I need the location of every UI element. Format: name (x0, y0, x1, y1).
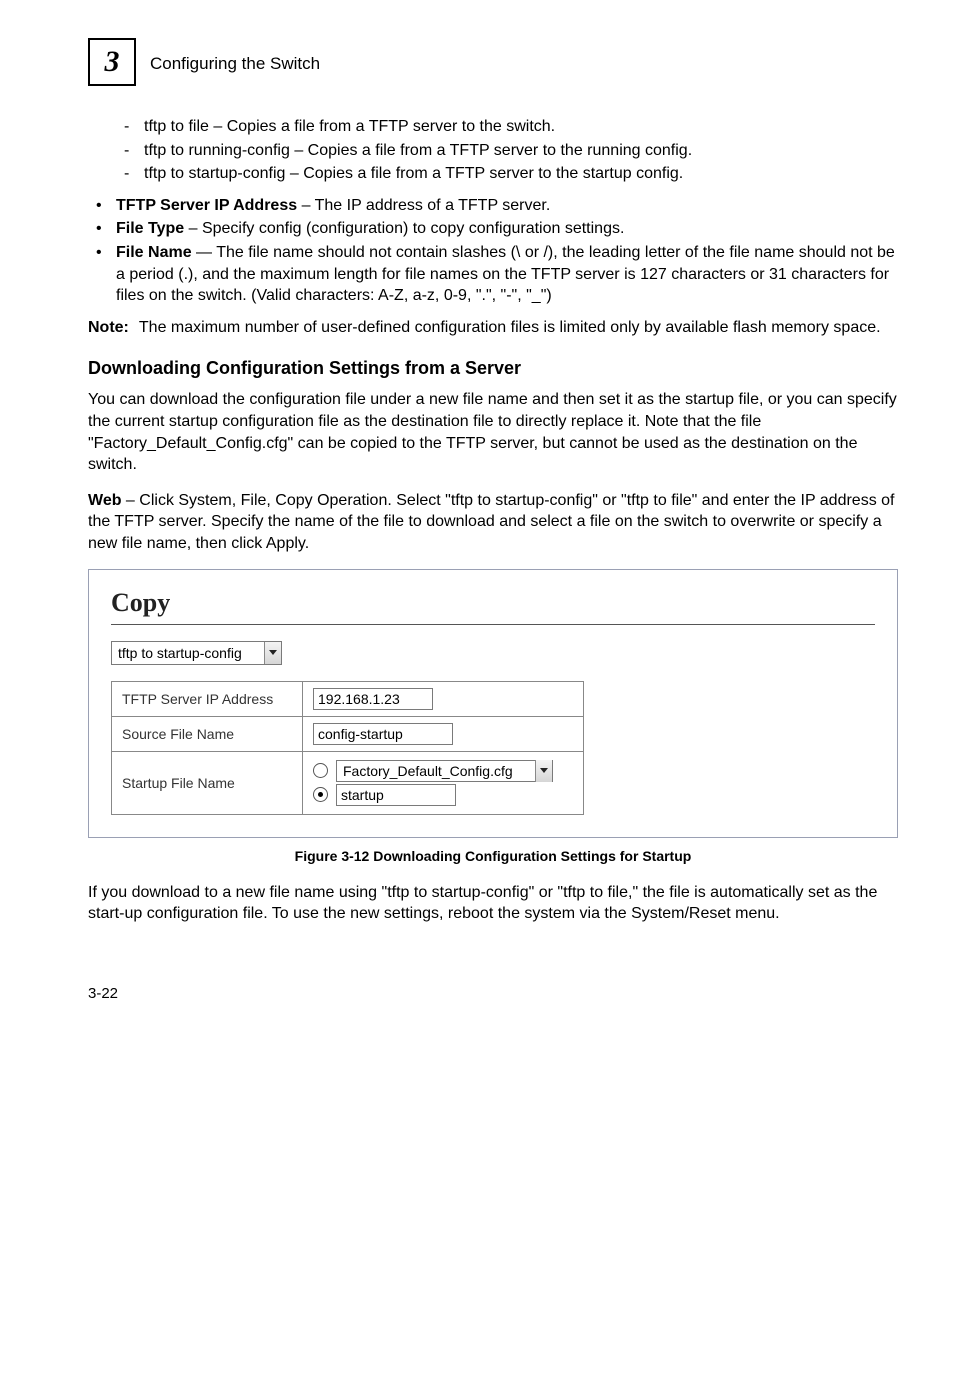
bullet-bold: File Type (116, 220, 184, 237)
paragraph: Web – Click System, File, Copy Operation… (88, 490, 898, 555)
bullet-rest: – Specify config (configuration) to copy… (184, 220, 624, 237)
page-header: 3 Configuring the Switch (88, 40, 898, 88)
divider (111, 624, 875, 625)
startup-file-input[interactable] (336, 784, 456, 806)
list-text: tftp to running-config – Copies a file f… (144, 140, 692, 162)
page-number: 3-22 (88, 985, 898, 1002)
header-title: Configuring the Switch (150, 54, 320, 74)
nested-dash-list: -tftp to file – Copies a file from a TFT… (124, 116, 898, 185)
list-text: tftp to startup-config – Copies a file f… (144, 163, 683, 185)
note-text: The maximum number of user-defined confi… (139, 317, 881, 339)
ip-address-cell (303, 681, 584, 716)
dash-marker: - (124, 163, 144, 185)
startup-file-select[interactable]: Factory_Default_Config.cfg (336, 760, 553, 782)
screenshot-title: Copy (111, 588, 875, 618)
list-item: •TFTP Server IP Address – The IP address… (96, 195, 898, 217)
radio-option-b[interactable] (313, 784, 573, 806)
config-table: TFTP Server IP Address Source File Name … (111, 681, 584, 815)
table-row: Startup File Name Factory_Default_Config… (112, 751, 584, 814)
bullet-marker: • (96, 218, 116, 240)
radio-option-a[interactable]: Factory_Default_Config.cfg (313, 760, 573, 782)
ip-address-label: TFTP Server IP Address (112, 681, 303, 716)
bullet-rest: — The file name should not contain slash… (116, 244, 895, 304)
chapter-number-badge: 3 (88, 38, 136, 86)
bullet-marker: • (96, 195, 116, 217)
paragraph: If you download to a new file name using… (88, 882, 898, 925)
list-item: •File Type – Specify config (configurati… (96, 218, 898, 240)
startup-file-cell: Factory_Default_Config.cfg (303, 751, 584, 814)
ip-address-input[interactable] (313, 688, 433, 710)
table-row: TFTP Server IP Address (112, 681, 584, 716)
operation-select[interactable]: tftp to startup-config (111, 641, 282, 665)
list-text: File Type – Specify config (configuratio… (116, 218, 624, 240)
bullet-bold: TFTP Server IP Address (116, 197, 297, 214)
bullet-rest: – The IP address of a TFTP server. (297, 197, 550, 214)
paragraph-rest: – Click System, File, Copy Operation. Se… (88, 492, 895, 552)
list-text: File Name — The file name should not con… (116, 242, 898, 307)
list-item: -tftp to running-config – Copies a file … (124, 140, 898, 162)
dash-marker: - (124, 116, 144, 138)
startup-file-select-value: Factory_Default_Config.cfg (337, 763, 535, 779)
operation-select-value: tftp to startup-config (112, 645, 264, 661)
note-label: Note: (88, 317, 129, 339)
chevron-down-icon[interactable] (535, 760, 552, 782)
bullet-list: •TFTP Server IP Address – The IP address… (88, 195, 898, 307)
source-file-input[interactable] (313, 723, 453, 745)
radio-icon[interactable] (313, 763, 328, 778)
list-item: •File Name — The file name should not co… (96, 242, 898, 307)
radio-icon[interactable] (313, 787, 328, 802)
source-file-label: Source File Name (112, 716, 303, 751)
bullet-bold: File Name (116, 244, 192, 261)
ui-screenshot-copy: Copy tftp to startup-config TFTP Server … (88, 569, 898, 838)
dash-marker: - (124, 140, 144, 162)
paragraph-lead-bold: Web (88, 492, 121, 509)
list-item: -tftp to file – Copies a file from a TFT… (124, 116, 898, 138)
note-block: Note: The maximum number of user-defined… (88, 317, 898, 339)
list-text: tftp to file – Copies a file from a TFTP… (144, 116, 555, 138)
startup-file-label: Startup File Name (112, 751, 303, 814)
list-text: TFTP Server IP Address – The IP address … (116, 195, 550, 217)
bullet-marker: • (96, 242, 116, 307)
figure-caption: Figure 3-12 Downloading Configuration Se… (88, 848, 898, 864)
chevron-down-icon[interactable] (264, 642, 281, 664)
table-row: Source File Name (112, 716, 584, 751)
paragraph: You can download the configuration file … (88, 389, 898, 475)
section-heading: Downloading Configuration Settings from … (88, 358, 898, 379)
list-item: -tftp to startup-config – Copies a file … (124, 163, 898, 185)
source-file-cell (303, 716, 584, 751)
